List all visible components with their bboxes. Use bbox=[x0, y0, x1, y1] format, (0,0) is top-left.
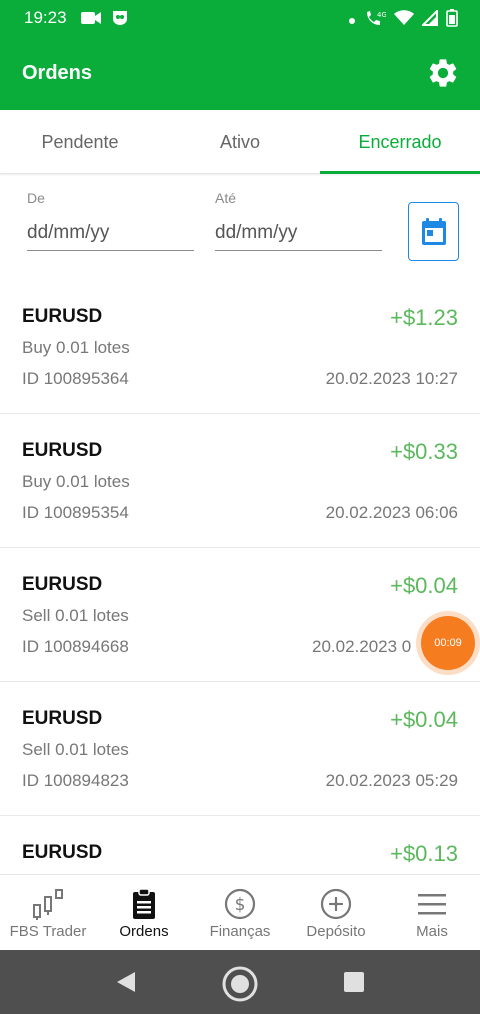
recents-button[interactable] bbox=[336, 964, 372, 1000]
from-date-input[interactable] bbox=[27, 218, 194, 251]
system-navigation-bar bbox=[0, 950, 480, 1014]
nav-label: Finanças bbox=[209, 923, 271, 940]
gear-icon bbox=[429, 59, 457, 87]
order-id: ID 100895354 bbox=[22, 503, 129, 522]
order-symbol: EURUSD bbox=[22, 306, 103, 327]
to-date-label: Até bbox=[215, 190, 237, 206]
clipboard-icon bbox=[133, 888, 155, 919]
calendar-icon bbox=[421, 217, 446, 245]
order-date: 20.02.2023 0 bbox=[312, 637, 412, 656]
status-bar: 19:23 4G bbox=[0, 0, 480, 36]
volte-call-icon: 4G bbox=[364, 9, 387, 32]
order-profit: +$0.04 bbox=[390, 573, 458, 598]
nav-item-mais[interactable]: Mais bbox=[384, 875, 480, 950]
order-date: 20.02.2023 06:06 bbox=[325, 503, 458, 522]
battery-icon bbox=[446, 9, 458, 32]
nav-label: Depósito bbox=[306, 923, 366, 940]
order-row[interactable]: EURUSD +$1.23 Buy 0.01 lotes ID 10089536… bbox=[0, 280, 480, 414]
to-date-field: Até bbox=[215, 188, 382, 251]
to-date-input[interactable] bbox=[215, 218, 382, 251]
video-camera-icon bbox=[80, 9, 102, 32]
order-symbol: EURUSD bbox=[22, 574, 103, 595]
nav-item-financas[interactable]: $ Finanças bbox=[192, 875, 288, 950]
from-date-label: De bbox=[27, 190, 45, 206]
calendar-button[interactable] bbox=[408, 202, 459, 261]
order-profit: +$0.13 bbox=[390, 841, 458, 866]
bottom-nav: FBS Trader Ordens $ Finanças Depósito Ma… bbox=[0, 874, 480, 950]
order-row[interactable]: EURUSD +$0.04 Sell 0.01 lotes ID 1008948… bbox=[0, 682, 480, 816]
order-list: EURUSD +$1.23 Buy 0.01 lotes ID 10089536… bbox=[0, 280, 480, 874]
chart-icon bbox=[33, 889, 63, 920]
nav-item-fbs-trader[interactable]: FBS Trader bbox=[0, 875, 96, 950]
tab-ativo[interactable]: Ativo bbox=[160, 110, 320, 173]
tab-encerrado[interactable]: Encerrado bbox=[320, 110, 480, 174]
nav-label: FBS Trader bbox=[9, 923, 87, 940]
order-profit: +$1.23 bbox=[390, 305, 458, 330]
back-button[interactable] bbox=[108, 964, 144, 1000]
plus-circle-icon bbox=[320, 888, 352, 920]
dot-icon bbox=[348, 12, 356, 30]
nav-item-ordens[interactable]: Ordens bbox=[96, 875, 192, 950]
order-row[interactable]: EURUSD +$0.04 Sell 0.01 lotes ID 1008946… bbox=[0, 548, 480, 682]
order-symbol: EURUSD bbox=[22, 440, 103, 461]
order-profit: +$0.33 bbox=[390, 439, 458, 464]
order-date: 20.02.2023 05:29 bbox=[325, 771, 458, 790]
wifi-icon bbox=[394, 10, 414, 31]
home-circle-icon bbox=[222, 966, 258, 1002]
floating-timer-button[interactable]: 00:09 bbox=[421, 616, 475, 670]
order-profit: +$0.04 bbox=[390, 707, 458, 732]
date-filter: De Até bbox=[0, 188, 480, 274]
order-id: ID 100894668 bbox=[22, 637, 129, 656]
order-row[interactable]: EURUSD +$0.33 Buy 0.01 lotes ID 10089535… bbox=[0, 414, 480, 548]
order-row[interactable]: EURUSD +$0.13 bbox=[0, 816, 480, 874]
order-detail: Buy 0.01 lotes bbox=[22, 338, 130, 357]
app-bar: Ordens bbox=[0, 36, 480, 110]
order-id: ID 100894823 bbox=[22, 771, 129, 790]
order-detail: Sell 0.01 lotes bbox=[22, 740, 129, 759]
dollar-icon: $ bbox=[224, 888, 256, 920]
back-triangle-icon bbox=[117, 972, 135, 992]
nav-label: Mais bbox=[416, 923, 448, 940]
order-tabs: Pendente Ativo Encerrado bbox=[0, 110, 480, 174]
tab-pendente[interactable]: Pendente bbox=[0, 110, 160, 173]
signal-icon bbox=[420, 8, 438, 31]
nav-label: Ordens bbox=[119, 923, 169, 940]
page-title: Ordens bbox=[22, 62, 93, 84]
order-date: 20.02.2023 10:27 bbox=[325, 369, 458, 388]
menu-icon bbox=[418, 894, 446, 915]
status-time: 19:23 bbox=[24, 8, 67, 27]
order-symbol: EURUSD bbox=[22, 842, 103, 863]
recents-square-icon bbox=[344, 972, 364, 992]
settings-button[interactable] bbox=[426, 56, 460, 90]
from-date-field: De bbox=[27, 188, 194, 251]
order-symbol: EURUSD bbox=[22, 708, 103, 729]
svg-text:$: $ bbox=[235, 895, 246, 915]
nav-item-deposito[interactable]: Depósito bbox=[288, 875, 384, 950]
home-button[interactable] bbox=[220, 964, 258, 1002]
order-detail: Sell 0.01 lotes bbox=[22, 606, 129, 625]
order-id: ID 100895364 bbox=[22, 369, 129, 388]
svg-text:4G: 4G bbox=[377, 11, 386, 19]
notification-app-icon bbox=[110, 9, 130, 32]
order-detail: Buy 0.01 lotes bbox=[22, 472, 130, 491]
